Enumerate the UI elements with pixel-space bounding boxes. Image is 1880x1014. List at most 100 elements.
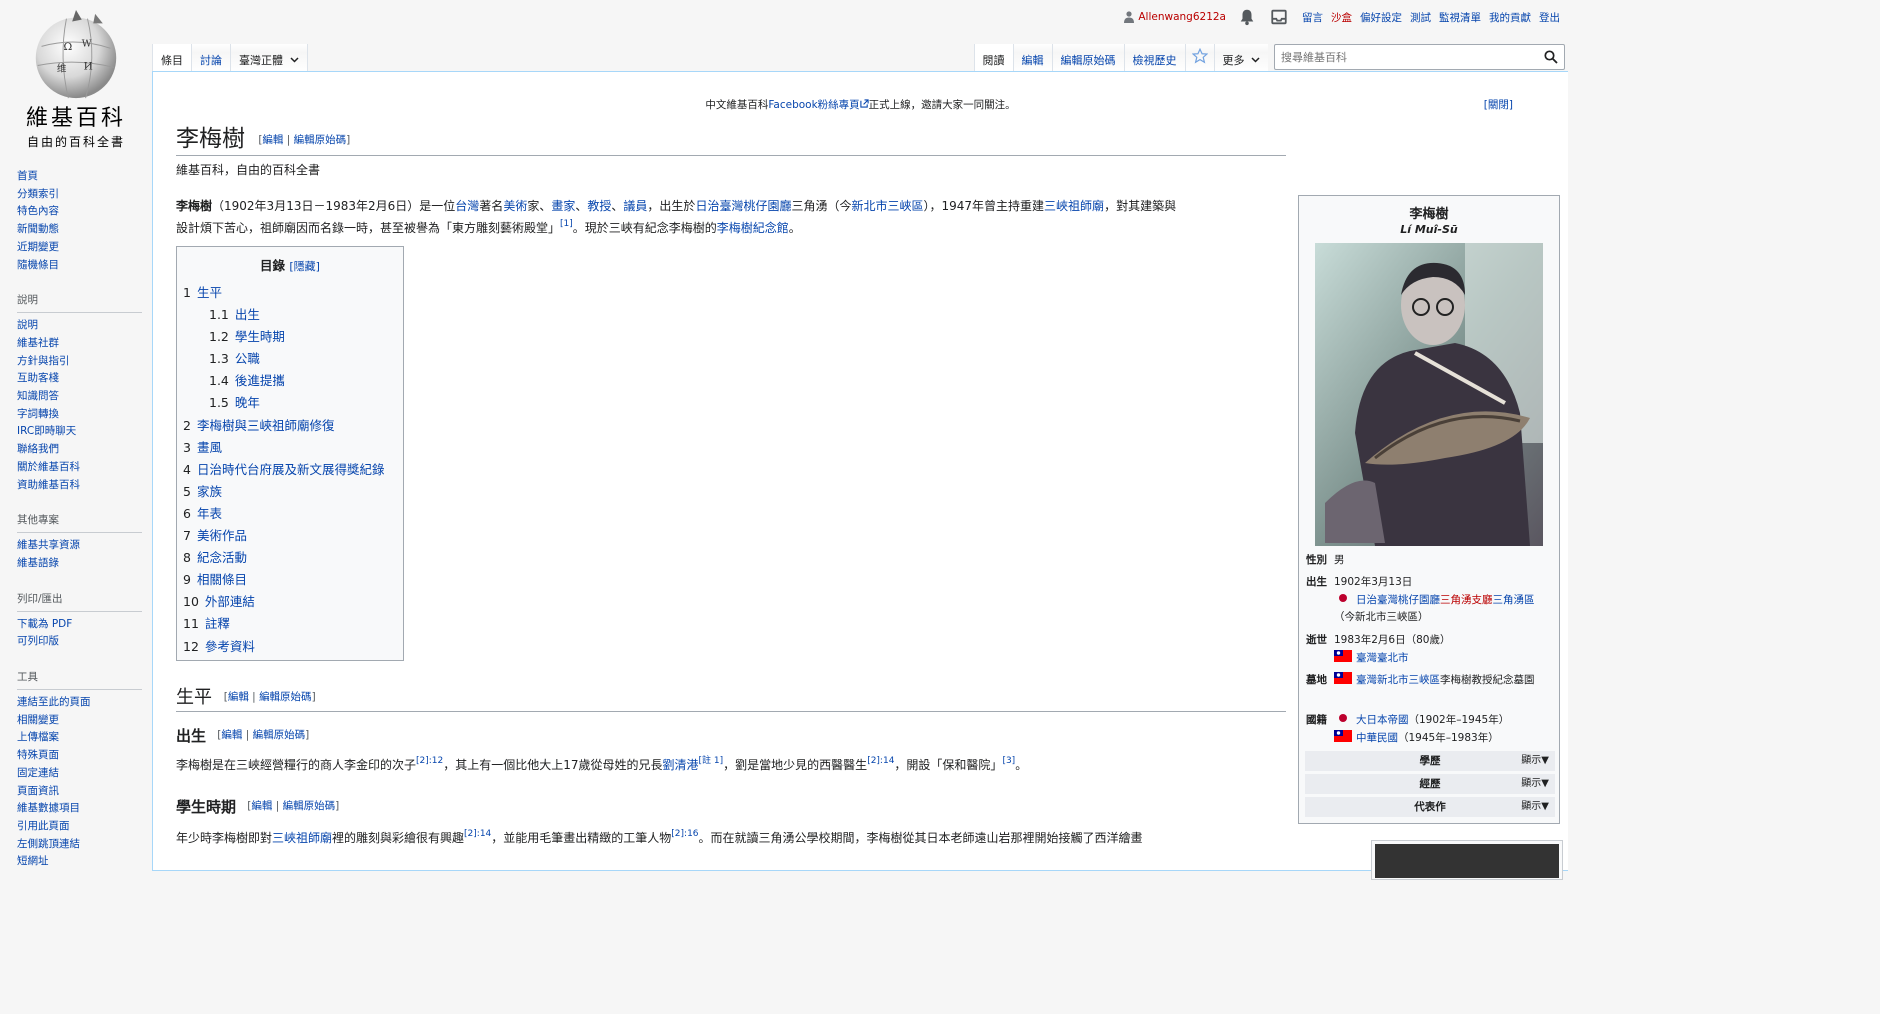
sidebar-item-help[interactable]: 說明	[17, 319, 38, 331]
sidebar-item-reference-desk[interactable]: 知識問答	[17, 390, 59, 402]
test-link[interactable]: 測試	[1410, 10, 1431, 25]
tab-article[interactable]: 條目	[152, 44, 192, 72]
link-toen-prefecture[interactable]: 日治臺灣桃仔園廳	[1356, 594, 1440, 606]
sidebar-item-printable[interactable]: 可列印版	[17, 635, 59, 647]
sidebar-item-donate[interactable]: 資助維基百科	[17, 479, 80, 491]
sidebar-item-policies[interactable]: 方針與指引	[17, 355, 70, 367]
bell-icon[interactable]	[1238, 8, 1256, 26]
ref-link[interactable]: [2]:14	[464, 829, 491, 839]
link-taipei[interactable]: 臺灣臺北市	[1356, 652, 1409, 664]
toc-link[interactable]: 年表	[197, 506, 222, 521]
ref-link[interactable]: [2]:16	[671, 829, 698, 839]
toc-item[interactable]: 1 生平	[183, 282, 397, 304]
sidebar-item-community[interactable]: 維基社群	[17, 337, 59, 349]
sidebar-item-upload[interactable]: 上傳檔案	[17, 731, 59, 743]
link-sanxia-temple[interactable]: 三峽祖師廟	[1044, 199, 1104, 213]
toc-link[interactable]: 生平	[197, 285, 222, 300]
sidebar-item-news[interactable]: 新聞動態	[17, 223, 59, 235]
link-new-taipei[interactable]: 新北市	[851, 199, 887, 213]
toc-link[interactable]: 相關條目	[197, 572, 247, 587]
sidebar-item-irc[interactable]: IRC即時聊天	[17, 425, 76, 437]
toc-item[interactable]: 1.2 學生時期	[183, 326, 397, 348]
toc-link[interactable]: 參考資料	[205, 639, 255, 654]
toc-link[interactable]: 註釋	[205, 616, 230, 631]
toc-toggle-link[interactable]: [隱藏]	[289, 260, 320, 273]
toc-link[interactable]: 外部連結	[205, 594, 255, 609]
toc-link[interactable]: 學生時期	[235, 329, 285, 344]
toc-link[interactable]: 紀念活動	[197, 550, 247, 565]
more-dropdown[interactable]: 更多	[1214, 44, 1268, 72]
infobox-collapsible-works[interactable]: 代表作 顯示▼	[1305, 797, 1555, 817]
sidebar-item-special-pages[interactable]: 特殊頁面	[17, 749, 59, 761]
ref-link[interactable]: [2]:12	[416, 756, 443, 766]
watch-star[interactable]	[1185, 44, 1215, 72]
toc-item[interactable]: 9 相關條目	[183, 569, 397, 591]
sidebar-item-featured[interactable]: 特色內容	[17, 205, 59, 217]
sandbox-link[interactable]: 沙盒	[1331, 10, 1352, 25]
sidebar-item-permalink[interactable]: 固定連結	[17, 767, 59, 779]
thumbnail-image[interactable]	[1371, 840, 1563, 880]
infobox-collapsible-education[interactable]: 學歷 顯示▼	[1305, 751, 1555, 771]
sidebar-item-short-url[interactable]: 短網址	[17, 855, 49, 867]
tab-edit-source[interactable]: 編輯原始碼	[1052, 44, 1125, 72]
toc-item[interactable]: 8 紀念活動	[183, 547, 397, 569]
ref-link[interactable]: [3]	[1002, 756, 1015, 766]
toc-link[interactable]: 晚年	[235, 395, 260, 410]
toc-item[interactable]: 1.1 出生	[183, 304, 397, 326]
contributions-link[interactable]: 我的貢獻	[1489, 10, 1531, 25]
link-painter[interactable]: 畫家	[551, 199, 575, 213]
link-liu-qinggang[interactable]: 劉清港	[663, 758, 699, 772]
link-empire-of-japan[interactable]: 大日本帝國	[1356, 714, 1409, 726]
sidebar-item-contact[interactable]: 聯絡我們	[17, 443, 59, 455]
toc-link[interactable]: 日治時代台府展及新文展得獎紀錄	[197, 462, 385, 477]
search-icon[interactable]	[1544, 50, 1558, 64]
talk-link[interactable]: 留言	[1302, 10, 1323, 25]
watchlist-link[interactable]: 監視清單	[1439, 10, 1481, 25]
link-professor[interactable]: 教授	[587, 199, 611, 213]
toc-item[interactable]: 2 李梅樹與三峽祖師廟修復	[183, 415, 397, 437]
toc-item[interactable]: 11 註釋	[183, 613, 397, 635]
toc-link[interactable]: 畫風	[197, 440, 222, 455]
toc-item[interactable]: 12 參考資料	[183, 636, 397, 658]
sidebar-item-conversion[interactable]: 字詞轉換	[17, 408, 59, 420]
tab-talk[interactable]: 討論	[192, 44, 231, 72]
sidebar-item-commons[interactable]: 維基共享資源	[17, 539, 80, 551]
link-sankakuyu-subprefecture[interactable]: 三角湧支廳	[1440, 594, 1493, 606]
tab-history[interactable]: 檢視歷史	[1124, 44, 1186, 72]
sidebar-item-what-links-here[interactable]: 連結至此的頁面	[17, 696, 91, 708]
section-edit-link[interactable]: 編輯	[221, 729, 242, 741]
ref-link[interactable]: [1]	[560, 219, 573, 229]
sidebar-item-page-info[interactable]: 頁面資訊	[17, 785, 59, 797]
sidebar-item-cite[interactable]: 引用此頁面	[17, 820, 70, 832]
link-councilor[interactable]: 議員	[623, 199, 647, 213]
toc-item[interactable]: 1.3 公職	[183, 348, 397, 370]
ref-link[interactable]: [2]:14	[867, 756, 894, 766]
user-page-link[interactable]: Allenwang6212a	[1138, 11, 1226, 23]
link-taiwan[interactable]: 台灣	[455, 199, 479, 213]
sidebar-item-related-changes[interactable]: 相關變更	[17, 714, 59, 726]
tray-icon[interactable]	[1270, 8, 1288, 26]
variant-dropdown[interactable]: 臺灣正體	[231, 44, 308, 72]
portrait-image[interactable]	[1315, 243, 1543, 546]
sidebar-item-random[interactable]: 隨機條目	[17, 259, 59, 271]
section-edit-source-link[interactable]: 編輯原始碼	[283, 800, 336, 812]
wikipedia-logo[interactable]: Ω W 维 И 維基百科 自由的百科全書	[0, 0, 152, 160]
toc-item[interactable]: 10 外部連結	[183, 591, 397, 613]
title-edit-source-link[interactable]: 編輯原始碼	[294, 134, 347, 146]
notice-dismiss-link[interactable]: [關閉]	[1484, 97, 1513, 112]
show-toggle[interactable]: 顯示▼	[1521, 774, 1549, 794]
section-edit-link[interactable]: 編輯	[251, 800, 272, 812]
link-art[interactable]: 美術	[503, 199, 527, 213]
link-memorial-hall[interactable]: 李梅樹紀念館	[717, 221, 789, 235]
toc-link[interactable]: 美術作品	[197, 528, 247, 543]
toc-link[interactable]: 公職	[235, 351, 260, 366]
sidebar-item-recent-changes[interactable]: 近期變更	[17, 241, 59, 253]
show-toggle[interactable]: 顯示▼	[1521, 797, 1549, 817]
section-edit-source-link[interactable]: 編輯原始碼	[259, 691, 312, 703]
link-sanxia-district[interactable]: 三峽區	[887, 199, 923, 213]
search-input[interactable]	[1275, 50, 1544, 64]
notice-facebook-link[interactable]: Facebook粉絲專頁	[768, 99, 859, 111]
toc-item[interactable]: 1.5 晚年	[183, 392, 397, 414]
infobox-collapsible-experience[interactable]: 經歷 顯示▼	[1305, 774, 1555, 794]
sidebar-item-wikidata[interactable]: 維基數據項目	[17, 802, 80, 814]
